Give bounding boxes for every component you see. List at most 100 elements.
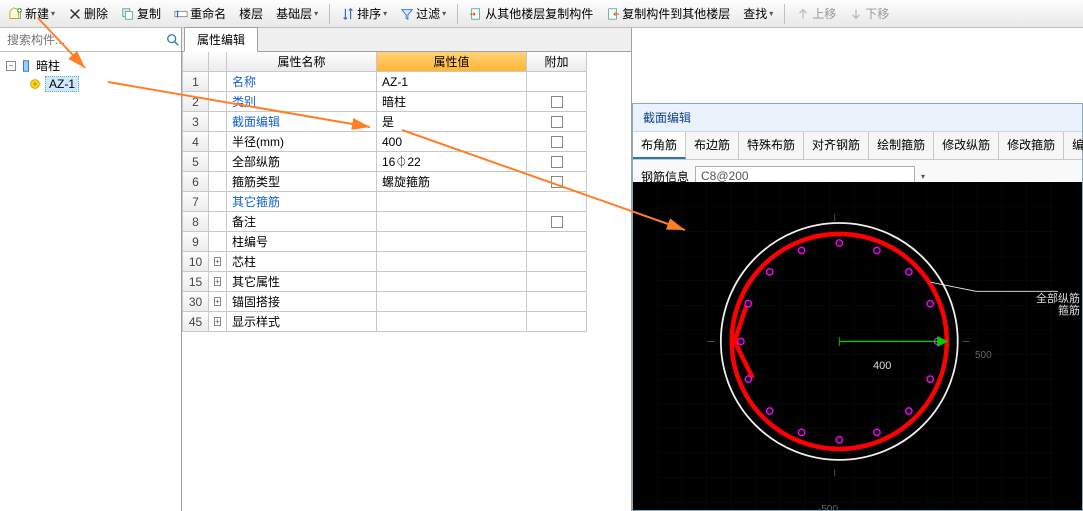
col-value-header[interactable]: 属性值 (377, 52, 527, 72)
col-extra-header[interactable]: 附加 (527, 52, 587, 72)
prop-value-cell[interactable]: 螺旋箍筋 (377, 172, 527, 192)
prop-value-cell[interactable] (377, 312, 527, 332)
find-button[interactable]: 查找▾ (738, 3, 778, 24)
prop-value-cell[interactable] (377, 272, 527, 292)
row-num[interactable]: 1 (183, 72, 209, 92)
new-button[interactable]: 新建 ▾ (4, 3, 60, 24)
move-down-button[interactable]: 下移 (844, 3, 894, 24)
component-tree: − 暗柱 AZ-1 (0, 52, 181, 97)
row-num[interactable]: 9 (183, 232, 209, 252)
prop-name-cell[interactable]: 类别 (227, 92, 377, 112)
prop-value-cell[interactable] (377, 192, 527, 212)
section-tab[interactable]: 对齐钢筋 (804, 132, 869, 159)
property-grid: 属性名称 属性值 附加 1 名称AZ-1 2 类别暗柱 3 截面编辑是 4 半径(mm)400… (182, 52, 631, 332)
prop-value-cell[interactable]: 是 (377, 112, 527, 132)
row-num[interactable]: 10 (183, 252, 209, 272)
prop-name-cell[interactable]: 其它属性 (227, 272, 377, 292)
section-panel: 截面编辑 布角筋布边筋特殊布筋对齐钢筋绘制箍筋修改纵筋修改箍筋编辑弯钩 钢筋信息… (632, 28, 1083, 511)
section-tab[interactable]: 布角筋 (633, 132, 686, 159)
tree-root-node[interactable]: − 暗柱 (4, 56, 177, 75)
row-num[interactable]: 15 (183, 272, 209, 292)
base-floor-select[interactable]: 基础层▾ (271, 3, 323, 24)
copy-to-button[interactable]: 复制构件到其他楼层 (601, 3, 735, 24)
expand-icon[interactable]: + (214, 317, 221, 326)
dropdown-icon: ▾ (442, 9, 446, 18)
grid-corner (183, 52, 209, 72)
dropdown-icon: ▾ (383, 9, 387, 18)
extra-checkbox[interactable] (551, 96, 563, 108)
copy-button[interactable]: 复制 (116, 3, 166, 24)
row-num[interactable]: 3 (183, 112, 209, 132)
tick-500: 500 (975, 350, 992, 361)
section-tab[interactable]: 特殊布筋 (739, 132, 804, 159)
section-tab[interactable]: 布边筋 (686, 132, 739, 159)
search-icon[interactable] (166, 32, 180, 48)
prop-name-cell[interactable]: 半径(mm) (227, 132, 377, 152)
tree-child-node[interactable]: AZ-1 (26, 75, 177, 93)
left-panel: − 暗柱 AZ-1 (0, 28, 182, 511)
delete-button[interactable]: 删除 (63, 3, 113, 24)
element-icon (28, 77, 42, 91)
prop-value-cell[interactable]: 16⏀22 (377, 152, 527, 172)
section-drawing[interactable]: 400 500 -500 全部纵筋 箍筋 16C22 C10@100/20 (633, 182, 1082, 510)
copy-from-button[interactable]: 从其他楼层复制构件 (464, 3, 598, 24)
prop-name-cell[interactable]: 其它箍筋 (227, 192, 377, 212)
filter-button[interactable]: 过滤▾ (395, 3, 451, 24)
row-num[interactable]: 7 (183, 192, 209, 212)
search-input[interactable] (3, 31, 166, 49)
tab-row: 属性编辑 (182, 28, 631, 52)
dropdown-icon: ▾ (769, 9, 773, 18)
column-icon (19, 59, 33, 73)
row-num[interactable]: 30 (183, 292, 209, 312)
extra-checkbox[interactable] (551, 156, 563, 168)
move-up-button[interactable]: 上移 (791, 3, 841, 24)
row-num[interactable]: 5 (183, 152, 209, 172)
section-tab[interactable]: 修改纵筋 (934, 132, 999, 159)
prop-name-cell[interactable]: 显示样式 (227, 312, 377, 332)
prop-value-cell[interactable]: 400 (377, 132, 527, 152)
rename-button[interactable]: 重命名 (169, 3, 231, 24)
dropdown-icon: ▾ (51, 9, 55, 18)
extra-checkbox[interactable] (551, 216, 563, 228)
section-tab[interactable]: 编辑弯钩 (1064, 132, 1083, 159)
prop-name-cell[interactable]: 截面编辑 (227, 112, 377, 132)
expand-icon[interactable]: + (214, 277, 221, 286)
tab-property-edit[interactable]: 属性编辑 (184, 27, 258, 52)
expand-icon[interactable]: + (214, 297, 221, 306)
separator (457, 4, 458, 24)
row-num[interactable]: 2 (183, 92, 209, 112)
prop-name-cell[interactable]: 锚固搭接 (227, 292, 377, 312)
row-num[interactable]: 4 (183, 132, 209, 152)
prop-name-cell[interactable]: 全部纵筋 (227, 152, 377, 172)
extra-checkbox[interactable] (551, 176, 563, 188)
sort-button[interactable]: 排序▾ (336, 3, 392, 24)
prop-name-cell[interactable]: 备注 (227, 212, 377, 232)
prop-value-cell[interactable]: 暗柱 (377, 92, 527, 112)
dropdown-icon[interactable]: ▾ (921, 172, 925, 181)
extra-checkbox[interactable] (551, 116, 563, 128)
prop-value-cell[interactable] (377, 232, 527, 252)
row-num[interactable]: 45 (183, 312, 209, 332)
floor-label-button[interactable]: 楼层 (234, 3, 268, 24)
prop-name-cell[interactable]: 柱编号 (227, 232, 377, 252)
prop-name-cell[interactable]: 芯柱 (227, 252, 377, 272)
prop-value-cell[interactable]: AZ-1 (377, 72, 527, 92)
prop-value-cell[interactable] (377, 212, 527, 232)
prop-value-cell[interactable] (377, 292, 527, 312)
ann-label2: 箍筋 (1058, 302, 1080, 318)
section-tab[interactable]: 修改箍筋 (999, 132, 1064, 159)
main-toolbar: 新建 ▾ 删除 复制 重命名 楼层 基础层▾ 排序▾ 过滤▾ 从其他楼层复制构件… (0, 0, 1083, 28)
grid-expand-col (209, 52, 227, 72)
prop-name-cell[interactable]: 名称 (227, 72, 377, 92)
prop-name-cell[interactable]: 箍筋类型 (227, 172, 377, 192)
section-tab[interactable]: 绘制箍筋 (869, 132, 934, 159)
row-num[interactable]: 8 (183, 212, 209, 232)
expand-icon[interactable]: + (214, 257, 221, 266)
extra-checkbox[interactable] (551, 136, 563, 148)
collapse-icon[interactable]: − (6, 61, 16, 71)
dropdown-icon: ▾ (314, 9, 318, 18)
row-num[interactable]: 6 (183, 172, 209, 192)
prop-value-cell[interactable] (377, 252, 527, 272)
col-name-header[interactable]: 属性名称 (227, 52, 377, 72)
dim-400: 400 (873, 360, 891, 372)
